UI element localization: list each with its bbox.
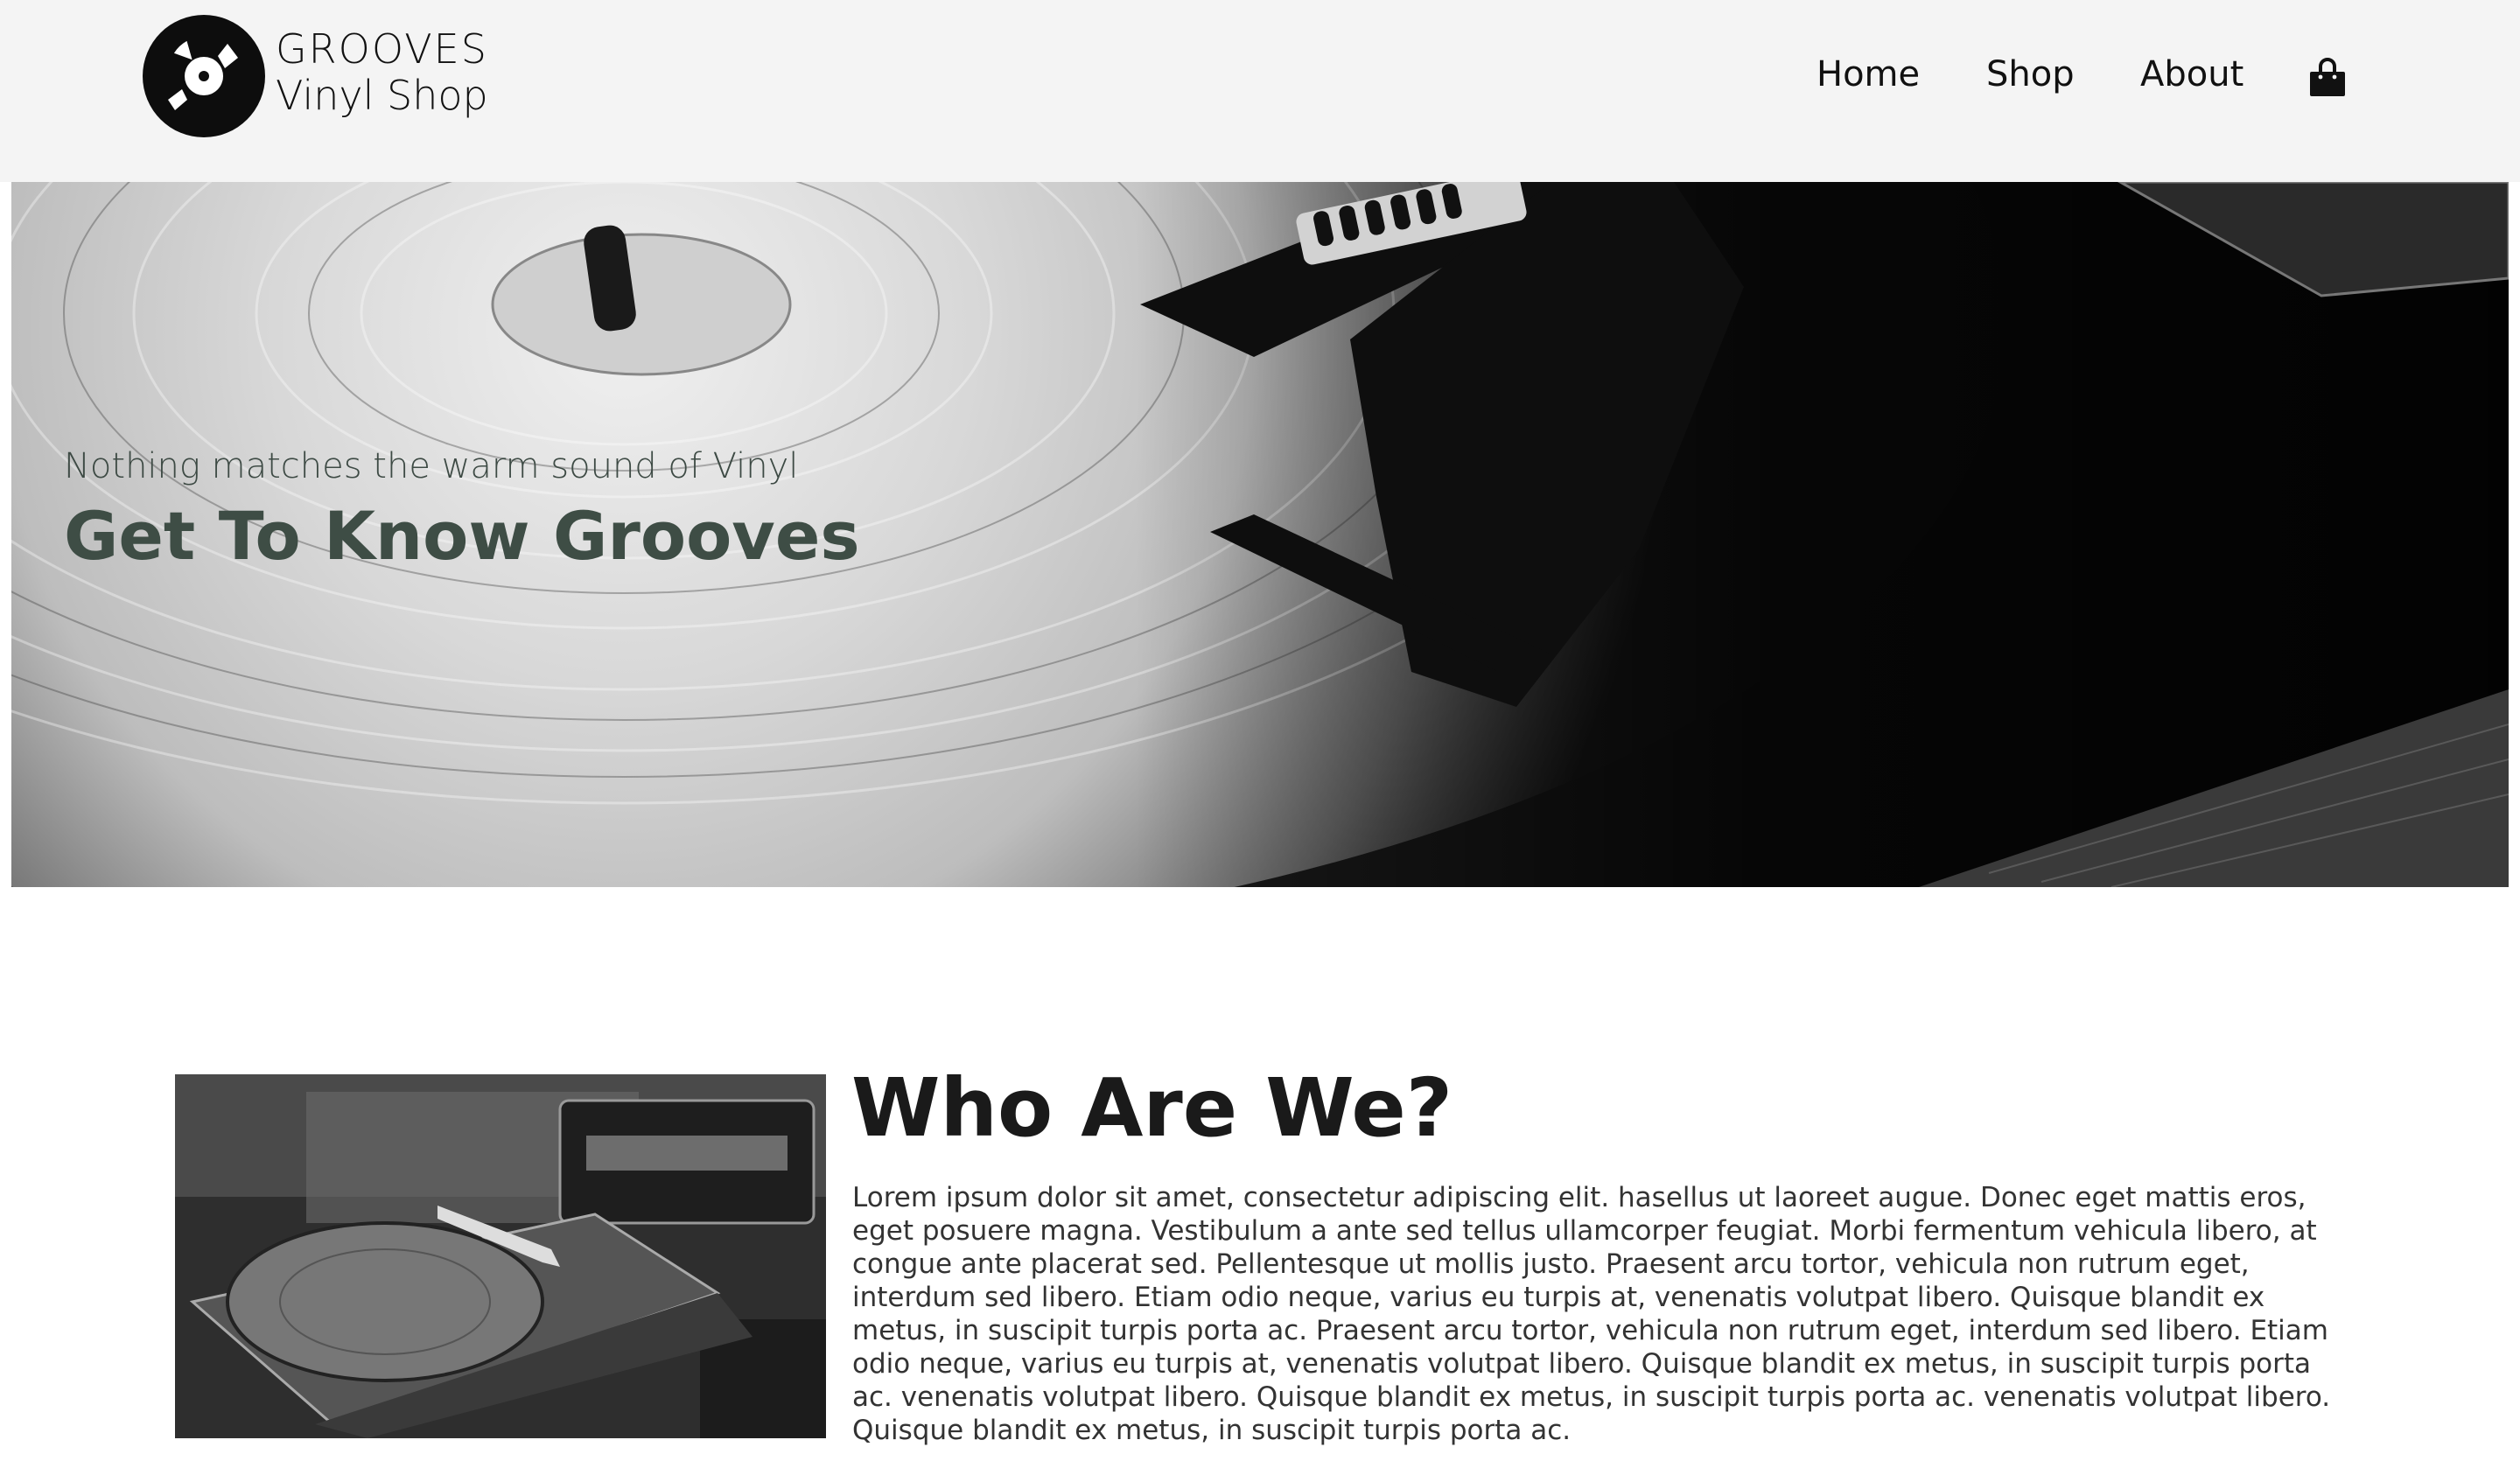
vinyl-record-icon[interactable] (142, 14, 266, 138)
brand-line-1: GROOVES (276, 25, 488, 73)
brand-name[interactable]: GROOVES Vinyl Shop (276, 26, 488, 119)
nav-about[interactable]: About (2140, 54, 2244, 107)
site-header: GROOVES Vinyl Shop Home Shop About (0, 0, 2520, 182)
about-title: Who Are We? (851, 1061, 1453, 1155)
nav-shop[interactable]: Shop (1986, 54, 2075, 107)
shopping-bag-icon[interactable] (2308, 58, 2347, 98)
about-body-text: Lorem ipsum dolor sit amet, consectetur … (852, 1182, 2331, 1446)
nav-home[interactable]: Home (1816, 54, 1920, 107)
hero-banner: Nothing matches the warm sound of Vinyl … (11, 182, 2509, 887)
hero-subtitle: Nothing matches the warm sound of Vinyl (64, 446, 799, 486)
brand-line-2: Vinyl Shop (276, 72, 488, 119)
hero-title: Get To Know Grooves (64, 497, 860, 575)
vintage-turntable-photo (175, 1074, 826, 1438)
